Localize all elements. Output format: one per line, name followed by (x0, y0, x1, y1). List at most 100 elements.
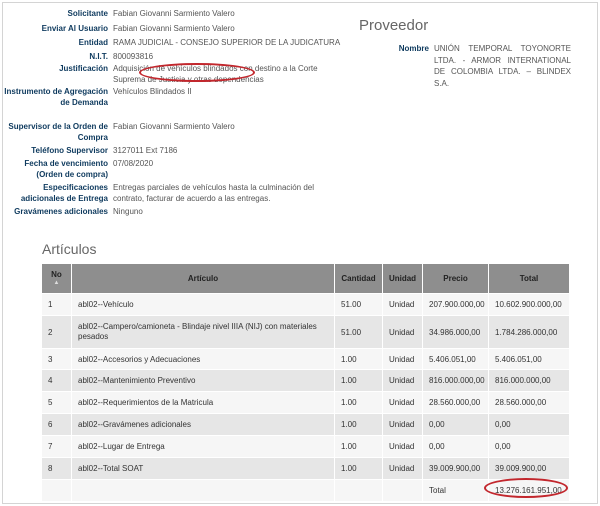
field-label: Justificación (59, 63, 108, 73)
table-row: 6 abl02--Gravámenes adicionales 1.00 Uni… (41, 413, 570, 436)
cell-precio: 0,00 (422, 435, 489, 458)
field-label: Supervisor de la Orden de Compra (8, 121, 108, 143)
column-header-no[interactable]: No ▲ (41, 263, 72, 294)
table-row: 1 abl02--Vehículo 51.00 Unidad 207.900.0… (41, 293, 570, 316)
cell-cantidad: 1.00 (334, 369, 383, 392)
cell-unidad: Unidad (382, 293, 423, 316)
cell-no: 4 (41, 369, 72, 392)
field-gravamenes: Gravámenes adicionales Ninguno (3, 206, 348, 230)
cell-unidad: Unidad (382, 348, 423, 370)
cell-total: 39.009.900,00 (488, 457, 570, 480)
cell-cantidad: 1.00 (334, 348, 383, 370)
order-info-section: Solicitante Fabian Giovanni Sarmiento Va… (3, 8, 348, 230)
field-label: Teléfono Supervisor (31, 145, 108, 155)
table-row: 2 abl02--Campero/camioneta - Blindaje ni… (41, 315, 570, 349)
field-supervisor: Supervisor de la Orden de Compra Fabian … (3, 121, 348, 145)
field-value: Adquisición de vehículos blindados con d… (113, 63, 318, 85)
column-header-articulo[interactable]: Artículo (71, 263, 335, 294)
field-justificacion: Justificación Adquisición de vehículos b… (3, 63, 348, 86)
articulos-table: No ▲ Artículo Cantidad Unidad Precio Tot… (41, 263, 570, 502)
cell-no: 5 (41, 391, 72, 414)
field-label: Especificaciones adicionales de Entrega (20, 182, 108, 204)
cell-total: 28.560.000,00 (488, 391, 570, 414)
field-value: Entregas parciales de vehículos hasta la… (113, 182, 315, 204)
field-telefono: Teléfono Supervisor 3127011 Ext 7186 (3, 145, 348, 158)
cell-precio: 207.900.000,00 (422, 293, 489, 316)
table-row: 5 abl02--Requerimientos de la Matricula … (41, 391, 570, 414)
cell-unidad: Unidad (382, 391, 423, 414)
cell-total: 5.406.051,00 (488, 348, 570, 370)
order-detail-panel: Solicitante Fabian Giovanni Sarmiento Va… (2, 2, 598, 504)
field-label: Instrumento de Agregación de Demanda (4, 86, 108, 108)
cell-cantidad: 51.00 (334, 293, 383, 316)
cell-total: 816.000.000,00 (488, 369, 570, 392)
proveedor-label: Nombre (398, 44, 429, 53)
field-instrumento: Instrumento de Agregación de Demanda Veh… (3, 86, 348, 121)
table-row: 8 abl02--Total SOAT 1.00 Unidad 39.009.9… (41, 457, 570, 480)
field-value: 3127011 Ext 7186 (113, 145, 178, 155)
proveedor-value: UNIÓN TEMPORAL TOYONORTE LTDA. - ARMOR I… (434, 44, 571, 88)
field-value: RAMA JUDICIAL - CONSEJO SUPERIOR DE LA J… (113, 38, 341, 47)
cell-cantidad: 1.00 (334, 413, 383, 436)
total-row: Total 13.276.161.951,00 (41, 479, 570, 502)
table-row: 7 abl02--Lugar de Entrega 1.00 Unidad 0,… (41, 435, 570, 458)
field-label: Entidad (78, 38, 108, 47)
cell-precio: 5.406.051,00 (422, 348, 489, 370)
cell-articulo: abl02--Lugar de Entrega (71, 435, 335, 458)
column-header-total[interactable]: Total (488, 263, 570, 294)
field-label: Enviar Al Usuario (41, 24, 108, 33)
column-header-no-label: No (51, 270, 62, 279)
cell-unidad: Unidad (382, 435, 423, 458)
cell-articulo: abl02--Gravámenes adicionales (71, 413, 335, 436)
field-entidad: Entidad RAMA JUDICIAL - CONSEJO SUPERIOR… (3, 37, 348, 51)
field-value: 800093816 (113, 51, 154, 61)
cell-articulo: abl02--Requerimientos de la Matricula (71, 391, 335, 414)
sort-arrow-icon[interactable]: ▲ (42, 279, 71, 287)
field-value: Fabian Giovanni Sarmiento Valero (113, 121, 235, 131)
cell-cantidad: 1.00 (334, 391, 383, 414)
field-label: Solicitante (67, 9, 108, 18)
total-label: Total (422, 479, 489, 502)
column-header-cantidad[interactable]: Cantidad (334, 263, 383, 294)
cell-precio: 34.986.000,00 (422, 315, 489, 349)
field-label: Fecha de vencimiento (Orden de compra) (24, 158, 108, 180)
cell-precio: 0,00 (422, 413, 489, 436)
field-especificaciones: Especificaciones adicionales de Entrega … (3, 182, 348, 206)
cell-precio: 816.000.000,00 (422, 369, 489, 392)
column-header-precio[interactable]: Precio (422, 263, 489, 294)
cell-total: 1.784.286.000,00 (488, 315, 570, 349)
proveedor-heading: Proveedor (359, 17, 429, 34)
cell-total: 10.602.900.000,00 (488, 293, 570, 316)
proveedor-nombre: Nombre UNIÓN TEMPORAL TOYONORTE LTDA. - … (359, 43, 571, 89)
cell-no: 2 (41, 315, 72, 349)
cell-unidad: Unidad (382, 413, 423, 436)
cell-precio: 28.560.000,00 (422, 391, 489, 414)
field-label: Gravámenes adicionales (14, 206, 108, 216)
field-value: 07/08/2020 (113, 158, 154, 168)
total-value: 13.276.161.951,00 (488, 479, 570, 502)
cell-unidad: Unidad (382, 315, 423, 349)
cell-empty (41, 479, 72, 502)
cell-unidad: Unidad (382, 457, 423, 480)
cell-no: 6 (41, 413, 72, 436)
cell-no: 3 (41, 348, 72, 370)
cell-cantidad: 1.00 (334, 435, 383, 458)
cell-articulo: abl02--Vehículo (71, 293, 335, 316)
cell-unidad: Unidad (382, 369, 423, 392)
field-value: Fabian Giovanni Sarmiento Valero (113, 24, 235, 33)
cell-articulo: abl02--Campero/camioneta - Blindaje nive… (71, 315, 335, 349)
cell-articulo: abl02--Accesorios y Adecuaciones (71, 348, 335, 370)
cell-no: 7 (41, 435, 72, 458)
cell-articulo: abl02--Total SOAT (71, 457, 335, 480)
field-fecha-vencimiento: Fecha de vencimiento (Orden de compra) 0… (3, 158, 348, 182)
cell-no: 1 (41, 293, 72, 316)
table-row: 3 abl02--Accesorios y Adecuaciones 1.00 … (41, 348, 570, 370)
field-solicitante: Solicitante Fabian Giovanni Sarmiento Va… (3, 8, 348, 23)
cell-cantidad: 51.00 (334, 315, 383, 349)
cell-total: 0,00 (488, 435, 570, 458)
field-value: Fabian Giovanni Sarmiento Valero (113, 9, 235, 18)
field-label: N.I.T. (89, 51, 108, 61)
field-nit: N.I.T. 800093816 (3, 51, 348, 63)
column-header-unidad[interactable]: Unidad (382, 263, 423, 294)
articulos-heading: Artículos (42, 241, 97, 257)
